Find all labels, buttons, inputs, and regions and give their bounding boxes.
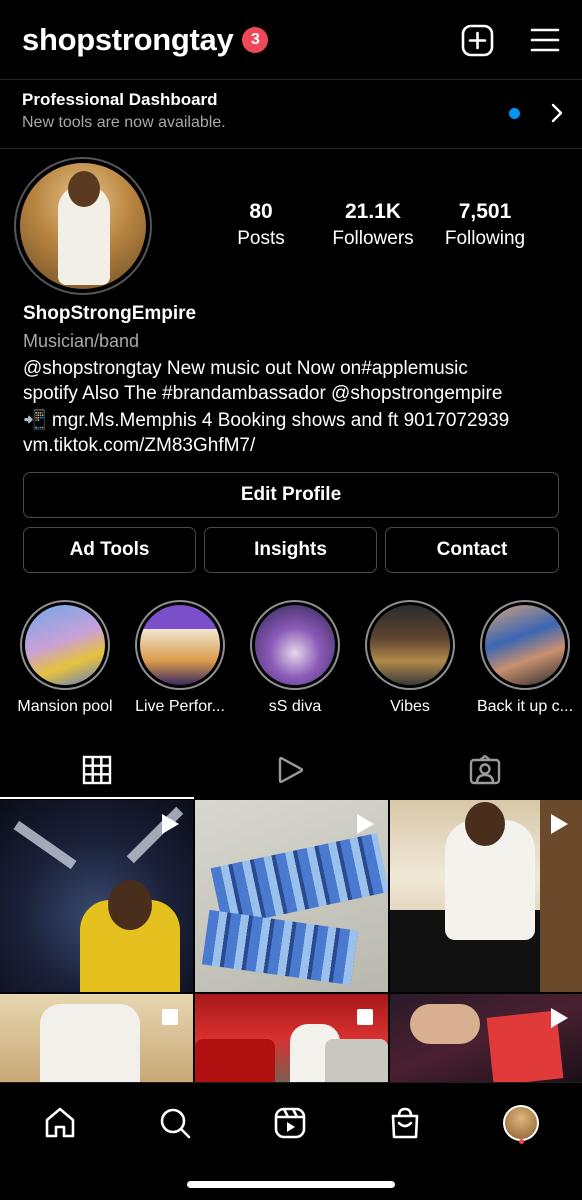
highlight-cover-ring — [20, 600, 110, 690]
highlight-label: sS diva — [268, 698, 322, 715]
username-title[interactable]: shopstrongtay — [22, 22, 234, 58]
profile-photo — [20, 163, 146, 289]
display-name: ShopStrongEmpire — [23, 303, 197, 324]
dashboard-title: Professional Dashboard — [22, 90, 218, 109]
stat-value: 7,501 — [458, 200, 512, 223]
highlight-label: Live Perfor... — [135, 698, 225, 715]
activity-dot — [519, 1139, 524, 1144]
highlight-cover — [370, 605, 450, 685]
reels-icon — [274, 1107, 306, 1139]
header-actions — [461, 24, 560, 57]
stat-label: Posts — [237, 228, 285, 249]
carousel-icon — [357, 1009, 373, 1025]
stat-label: Followers — [332, 228, 414, 249]
tab-posts-grid[interactable] — [0, 742, 194, 798]
bio-text-line[interactable]: @shopstrongtay New music out Now on#appl… — [23, 358, 568, 380]
active-tab-indicator — [0, 797, 194, 799]
bio-link[interactable]: vm.tiktok.com/ZM83GhfM7/ — [23, 435, 568, 457]
edit-profile-button[interactable]: Edit Profile — [23, 472, 559, 518]
highlight-mansion-pool[interactable]: Mansion pool — [10, 600, 120, 716]
highlight-label: Vibes — [390, 698, 430, 715]
tab-reels[interactable] — [194, 742, 388, 798]
category-label: Musician/band — [23, 331, 140, 351]
profile-bio: ShopStrongEmpire Musician/band @shopstro… — [23, 303, 568, 457]
stat-following[interactable]: 7,501 Following — [429, 200, 541, 250]
tagged-icon — [469, 755, 501, 785]
profile-avatar[interactable] — [14, 157, 152, 295]
bio-text-line: 📲 mgr.Ms.Memphis 4 Booking shows and ft … — [23, 410, 510, 431]
ad-tools-button[interactable]: Ad Tools — [23, 527, 196, 573]
chevron-right-icon — [551, 103, 563, 123]
reel-icon — [162, 814, 179, 834]
highlight-cover-ring — [480, 600, 570, 690]
search-icon — [160, 1108, 191, 1139]
grid-icon — [82, 755, 112, 785]
post-thumbnail[interactable] — [195, 800, 388, 992]
nav-shop[interactable] — [383, 1101, 427, 1145]
highlight-cover — [255, 605, 335, 685]
profile-stats: 80 Posts 21.1K Followers 7,501 Following — [205, 200, 565, 250]
stat-value: 80 — [249, 200, 273, 223]
post-thumbnail[interactable] — [0, 994, 193, 1082]
notification-badge[interactable]: 3 — [242, 27, 269, 53]
plus-square-icon — [461, 24, 494, 56]
profile-avatar-icon — [503, 1105, 539, 1141]
highlight-cover — [140, 605, 220, 685]
tab-tagged[interactable] — [388, 742, 582, 798]
highlight-label: Back it up c... — [476, 698, 574, 715]
contact-button[interactable]: Contact — [385, 527, 559, 573]
hamburger-menu-icon — [530, 28, 560, 52]
insights-button[interactable]: Insights — [204, 527, 377, 573]
home-indicator — [187, 1181, 395, 1188]
dashboard-subtitle: New tools are now available. — [22, 114, 226, 131]
stat-label: Following — [444, 228, 526, 249]
reel-icon — [551, 1008, 568, 1028]
profile-header: shopstrongtay 3 — [0, 0, 582, 80]
highlight-back-it-up[interactable]: Back it up c... — [470, 600, 580, 716]
menu-button[interactable] — [530, 27, 560, 53]
home-icon — [45, 1107, 75, 1138]
highlight-vibes[interactable]: Vibes — [355, 600, 465, 716]
stat-value: 21.1K — [344, 200, 402, 223]
nav-search[interactable] — [153, 1101, 197, 1145]
stat-posts[interactable]: 80 Posts — [205, 200, 317, 250]
post-thumbnail[interactable] — [195, 994, 388, 1082]
post-thumbnail[interactable] — [390, 800, 582, 992]
reel-icon — [357, 814, 374, 834]
highlight-cover — [25, 605, 105, 685]
highlight-cover-ring — [365, 600, 455, 690]
highlight-label: Mansion pool — [17, 698, 113, 715]
post-thumbnail[interactable] — [0, 800, 193, 992]
nav-reels[interactable] — [268, 1101, 312, 1145]
reels-icon — [278, 756, 304, 784]
professional-dashboard-banner[interactable]: Professional Dashboard New tools are now… — [0, 80, 582, 148]
highlight-ss-diva[interactable]: sS diva — [240, 600, 350, 716]
stat-followers[interactable]: 21.1K Followers — [317, 200, 429, 250]
reel-icon — [551, 814, 568, 834]
divider — [0, 148, 582, 149]
highlight-cover-ring — [250, 600, 340, 690]
carousel-icon — [162, 1009, 178, 1025]
new-indicator-dot — [509, 108, 520, 119]
highlight-cover-ring — [135, 600, 225, 690]
highlight-cover — [485, 605, 565, 685]
create-button[interactable] — [461, 24, 494, 57]
highlight-live-performance[interactable]: Live Perfor... — [125, 600, 235, 716]
bio-text-line[interactable]: spotify Also The #brandambassador @shops… — [23, 383, 568, 405]
nav-home[interactable] — [38, 1101, 82, 1145]
post-thumbnail[interactable] — [390, 994, 582, 1082]
shop-icon — [391, 1107, 419, 1139]
